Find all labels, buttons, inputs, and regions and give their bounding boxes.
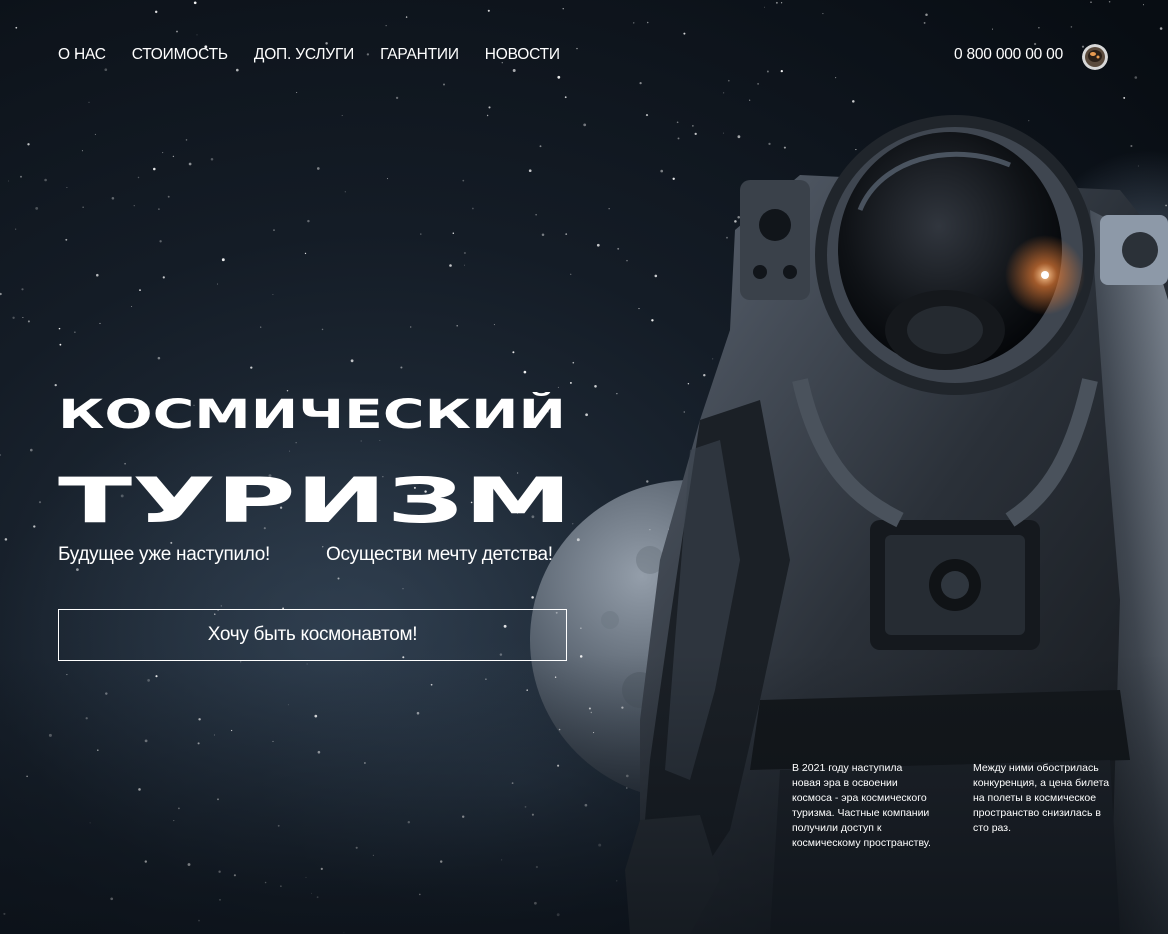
phone-number[interactable]: 0 800 000 00 00	[954, 45, 1063, 65]
nav-item-extra-services[interactable]: ДОП. УСЛУГИ	[254, 45, 354, 65]
become-astronaut-button[interactable]: Хочу быть космонавтом!	[58, 609, 567, 661]
nav-item-guarantees[interactable]: ГАРАНТИИ	[380, 45, 459, 65]
svg-text:КОСМИЧЕСКИЙ: КОСМИЧЕСКИЙ	[58, 392, 566, 432]
hero-title-line1: КОСМИЧЕСКИЙ	[58, 390, 578, 438]
info-text-block-2: Между ними обострилась конкуренция, а це…	[973, 762, 1110, 834]
hero-subtitle-left: Будущее уже наступило!	[58, 544, 271, 565]
nav-item-news[interactable]: НОВОСТИ	[485, 45, 560, 65]
astronaut-avatar-icon[interactable]	[1082, 44, 1108, 70]
nav-item-pricing[interactable]: СТОИМОСТЬ	[132, 45, 228, 65]
hero-title-line2: ТУРИЗМ	[58, 464, 578, 537]
svg-text:ТУРИЗМ: ТУРИЗМ	[58, 468, 572, 526]
nav-item-about[interactable]: О НАС	[58, 45, 106, 65]
info-text-block-1: В 2021 году наступила новая эра в освоен…	[792, 762, 931, 849]
hero-subtitle-right: Осуществи мечту детства!	[326, 544, 553, 565]
main-nav: О НАС СТОИМОСТЬ ДОП. УСЛУГИ ГАРАНТИИ НОВ…	[58, 45, 560, 65]
